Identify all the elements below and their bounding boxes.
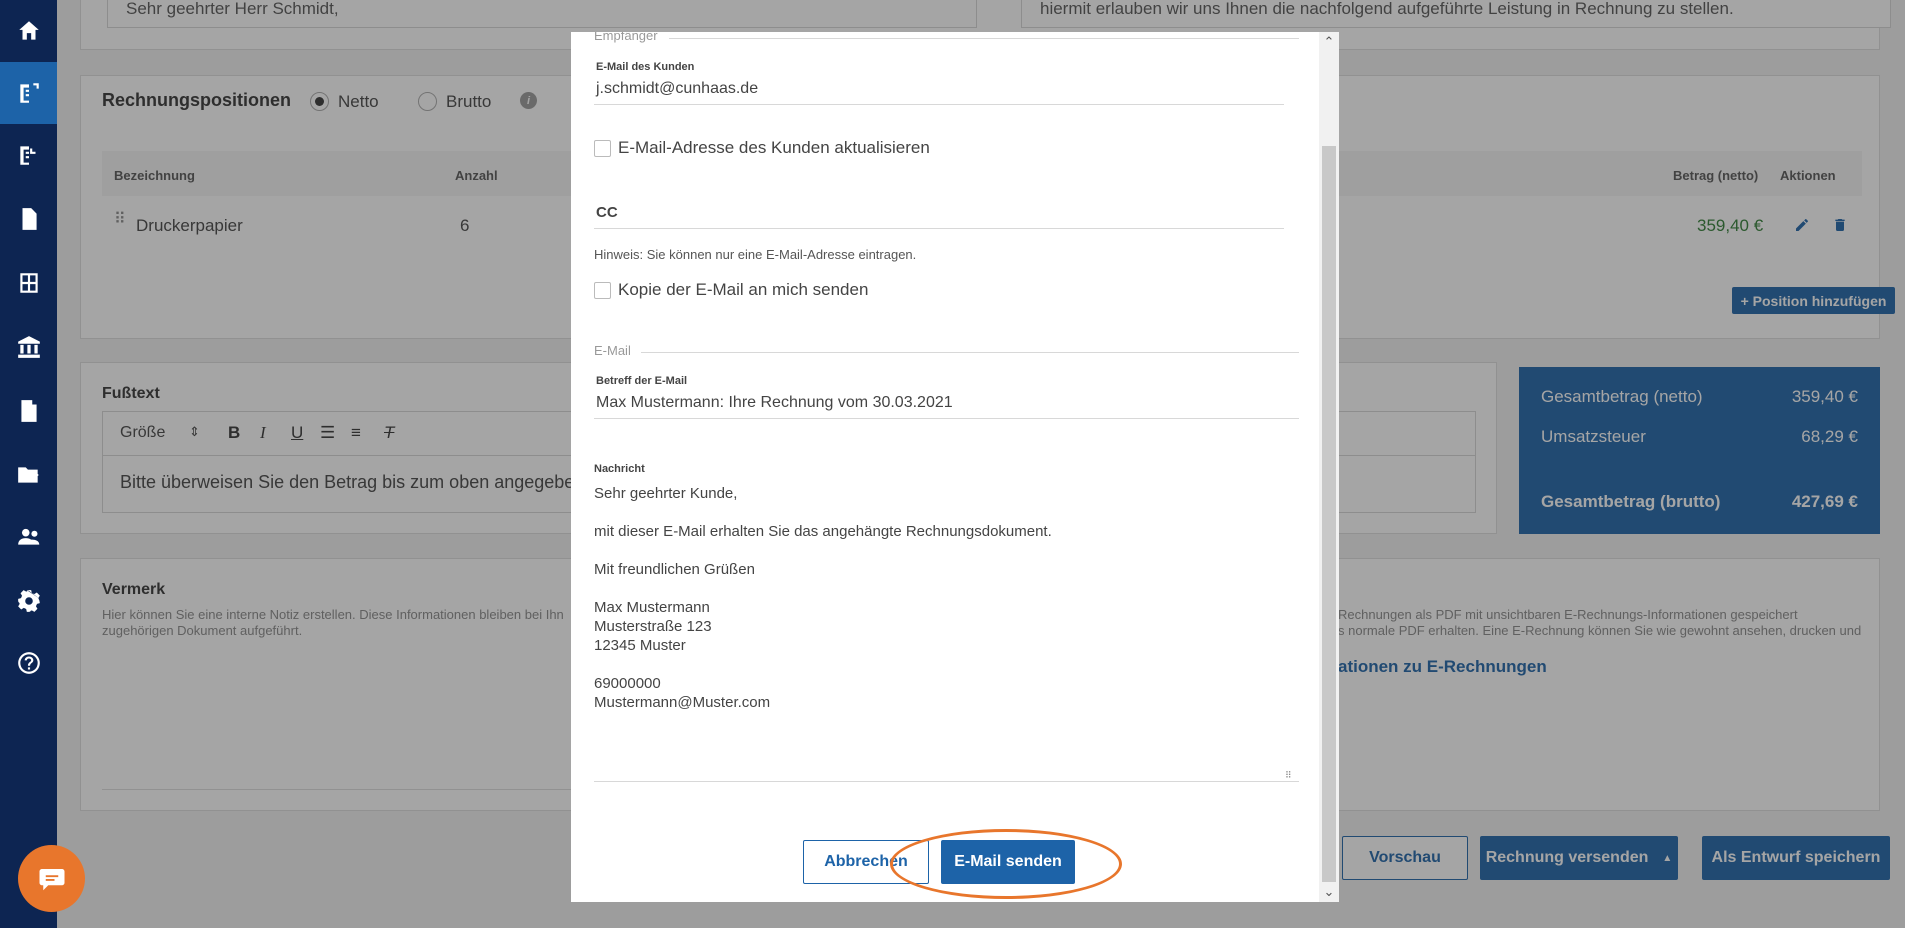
chat-button[interactable] [18, 845, 85, 912]
outgoing-invoices-icon [19, 83, 39, 103]
cc-hint: Hinweis: Sie können nur eine E-Mail-Adre… [594, 247, 917, 262]
update-email-label: E-Mail-Adresse des Kunden aktualisieren [618, 138, 930, 157]
message-email: Mustermann@Muster.com [594, 694, 771, 711]
sidebar-item-help[interactable] [0, 632, 57, 694]
subject-label: Betreff der E-Mail [596, 375, 688, 387]
sidebar [0, 0, 57, 928]
scroll-down-icon[interactable]: ⌄ [1319, 882, 1339, 902]
email-section-label: E-Mail [594, 343, 631, 358]
sidebar-item-outgoing-invoices[interactable] [0, 62, 57, 124]
help-icon [17, 652, 40, 674]
sidebar-item-incoming-invoices[interactable] [0, 124, 57, 186]
sidebar-item-accounting[interactable] [0, 252, 57, 314]
customer-email-label: E-Mail des Kunden [596, 61, 695, 73]
message-textarea[interactable]: Sehr geehrter Kunde, mit dieser E-Mail e… [591, 480, 1301, 782]
cancel-button[interactable]: Abbrechen [803, 840, 929, 884]
cc-input-label: CC [596, 204, 618, 221]
recipient-section-label: Empfänger [594, 32, 658, 43]
scroll-up-icon[interactable]: ⌃ [1319, 32, 1339, 52]
message-closing: Mit freundlichen Grüßen [594, 561, 755, 578]
send-email-dialog: Empfänger E-Mail des Kunden j.schmidt@cu… [571, 32, 1339, 902]
settings-icon [17, 590, 40, 612]
calculator-icon [19, 273, 38, 293]
contacts-icon [17, 528, 39, 545]
subject-underline [594, 418, 1299, 419]
message-street: Musterstraße 123 [594, 618, 712, 635]
copy-me-label: Kopie der E-Mail an mich senden [618, 280, 869, 299]
recipient-section-divider [669, 38, 1299, 39]
sidebar-item-home[interactable] [0, 0, 57, 62]
receipt-icon [20, 400, 37, 422]
message-label: Nachricht [594, 463, 645, 475]
folder-export-icon [17, 467, 39, 483]
update-email-checkbox[interactable] [594, 140, 611, 157]
message-underline [594, 781, 1299, 782]
bank-icon [17, 336, 40, 358]
customer-email-input[interactable]: j.schmidt@cunhaas.de [596, 80, 758, 98]
cc-input-underline[interactable] [594, 228, 1284, 229]
subject-input[interactable]: Max Mustermann: Ihre Rechnung vom 30.03.… [596, 394, 953, 412]
message-name: Max Mustermann [594, 599, 710, 616]
message-salutation: Sehr geehrter Kunde, [594, 485, 738, 502]
sidebar-item-export[interactable] [0, 444, 57, 506]
customer-email-underline [594, 104, 1284, 105]
home-icon [18, 21, 39, 40]
message-city: 12345 Muster [594, 637, 686, 654]
send-email-button[interactable]: E-Mail senden [941, 840, 1075, 884]
chat-icon [39, 868, 64, 890]
sidebar-item-documents[interactable] [0, 188, 57, 250]
sidebar-item-bank[interactable] [0, 316, 57, 378]
message-body: mit dieser E-Mail erhalten Sie das angeh… [594, 523, 1052, 540]
copy-me-checkbox[interactable] [594, 282, 611, 299]
email-section-divider [641, 352, 1299, 353]
sidebar-item-settings[interactable] [0, 570, 57, 632]
document-icon [22, 208, 37, 230]
message-phone: 69000000 [594, 675, 661, 692]
sidebar-item-contacts[interactable] [0, 506, 57, 568]
resize-handle-icon[interactable]: ⠿ [1285, 770, 1292, 781]
sidebar-item-receipts[interactable] [0, 380, 57, 442]
incoming-invoices-icon [19, 146, 38, 165]
modal-scrollbar-thumb[interactable] [1322, 146, 1336, 882]
